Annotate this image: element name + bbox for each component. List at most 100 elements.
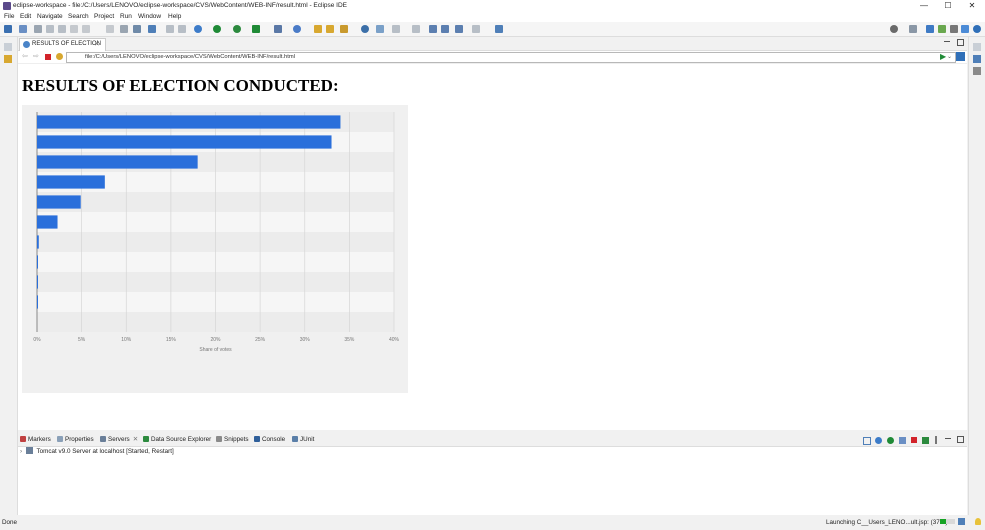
forward-history-icon[interactable]: [472, 25, 480, 33]
menu-edit[interactable]: Edit: [20, 13, 31, 20]
tab-close-icon[interactable]: ✕: [94, 40, 100, 48]
x-tick-label: 30%: [300, 337, 311, 343]
menu-search[interactable]: Search: [68, 13, 89, 20]
left-trim-bar: [0, 37, 18, 515]
next-annotation-icon[interactable]: [392, 25, 400, 33]
browser-icon[interactable]: [293, 25, 301, 33]
markers-icon: [20, 436, 26, 442]
x-tick-label: 10%: [121, 337, 132, 343]
collapse-all-icon[interactable]: [863, 437, 871, 445]
editor-tab-label: RESULTS OF ELECTION: [32, 41, 101, 47]
tab-servers[interactable]: Servers ✕: [100, 436, 138, 443]
go-icon[interactable]: ▶: [940, 53, 946, 61]
debug-perspective-icon[interactable]: [961, 25, 969, 33]
chevron-down-icon[interactable]: ⌄: [947, 53, 952, 60]
minimize-view-icon[interactable]: [945, 438, 951, 439]
java-perspective-icon[interactable]: [938, 25, 946, 33]
project-explorer-icon[interactable]: [4, 55, 12, 63]
tab-data-source-explorer[interactable]: Data Source Explorer: [143, 436, 211, 443]
open-type-icon[interactable]: [148, 25, 156, 33]
x-tick-label: 5%: [78, 337, 86, 343]
progress-view-icon[interactable]: [958, 518, 965, 525]
maximize-button[interactable]: ☐: [937, 0, 959, 12]
globe-icon: [23, 41, 30, 48]
debug-server-icon[interactable]: [875, 437, 882, 444]
menu-project[interactable]: Project: [94, 13, 114, 20]
tab-console[interactable]: Console: [254, 436, 285, 443]
save-all-icon[interactable]: [34, 25, 42, 33]
search-icon[interactable]: [340, 25, 348, 33]
new-icon[interactable]: [4, 25, 12, 33]
restore-icon[interactable]: [4, 43, 12, 51]
server-row[interactable]: › Tomcat v9.0 Server at localhost [Start…: [20, 447, 174, 455]
pin-editor-icon[interactable]: [495, 25, 503, 33]
annotation-icon[interactable]: [376, 25, 384, 33]
task-list-icon[interactable]: [973, 67, 981, 75]
open-task-icon[interactable]: [326, 25, 334, 33]
use-step-filters-icon[interactable]: [133, 25, 141, 33]
stop-server-icon[interactable]: [911, 437, 917, 443]
external-tools-icon[interactable]: [252, 25, 260, 33]
tab-properties[interactable]: Properties: [57, 436, 94, 443]
tab-junit[interactable]: JUnit: [292, 436, 314, 443]
restore-icon[interactable]: [973, 43, 981, 51]
menu-help[interactable]: Help: [168, 13, 181, 20]
back-arrow-icon[interactable]: ⇦: [22, 53, 29, 60]
toggle-mark-icon[interactable]: [178, 25, 186, 33]
snippets-icon: [216, 436, 222, 442]
save-icon[interactable]: [19, 25, 27, 33]
print-icon[interactable]: [46, 25, 54, 33]
last-edit-icon[interactable]: [429, 25, 437, 33]
search-file-icon[interactable]: [166, 25, 174, 33]
profile-server-icon[interactable]: [899, 437, 906, 444]
tab-snippets[interactable]: Snippets: [216, 436, 249, 443]
step-icon[interactable]: [82, 25, 90, 33]
forward-icon[interactable]: [455, 25, 463, 33]
menu-navigate[interactable]: Navigate: [37, 13, 63, 20]
view-menu-icon[interactable]: [935, 436, 937, 444]
forward-arrow-icon[interactable]: ⇨: [33, 53, 40, 60]
previous-annotation-icon[interactable]: [412, 25, 420, 33]
bar: [37, 295, 38, 309]
minimize-view-icon[interactable]: [944, 41, 950, 42]
menu-file[interactable]: File: [4, 13, 14, 20]
open-folder-icon[interactable]: [314, 25, 322, 33]
outline-icon[interactable]: [973, 55, 981, 63]
step-return-icon[interactable]: [106, 25, 114, 33]
coverage-icon[interactable]: [233, 25, 241, 33]
bar: [37, 235, 39, 249]
git-perspective-icon[interactable]: [950, 25, 958, 33]
skip-breakpoints-icon[interactable]: [70, 25, 78, 33]
new-server-icon[interactable]: [274, 25, 282, 33]
start-server-icon[interactable]: [887, 437, 894, 444]
open-perspective-icon[interactable]: [909, 25, 917, 33]
quick-access-search-icon[interactable]: [890, 25, 898, 33]
web-perspective-icon[interactable]: [973, 25, 981, 33]
open-external-browser-icon[interactable]: [956, 52, 965, 61]
tab-markers[interactable]: Markers: [20, 436, 51, 443]
maximize-view-icon[interactable]: [957, 436, 964, 443]
x-tick-label: 40%: [389, 337, 400, 343]
publish-icon[interactable]: [922, 437, 929, 444]
refresh-icon[interactable]: [56, 53, 63, 60]
back-icon[interactable]: [441, 25, 449, 33]
drop-frame-icon[interactable]: [120, 25, 128, 33]
menu-window[interactable]: Window: [138, 13, 161, 20]
close-button[interactable]: ✕: [961, 0, 983, 12]
menu-run[interactable]: Run: [120, 13, 132, 20]
tab-close-icon[interactable]: ✕: [133, 436, 138, 443]
launch-progress-text: Launching C__Users_LENO...ult.jsp: (37%): [826, 519, 948, 526]
web-browser-icon[interactable]: [361, 25, 369, 33]
lightbulb-icon[interactable]: [975, 518, 981, 525]
java-ee-perspective-icon[interactable]: [926, 25, 934, 33]
chevron-right-icon[interactable]: ›: [20, 448, 22, 455]
url-input[interactable]: file:/C:/Users/LENOVO/eclipse-workspace/…: [66, 52, 956, 63]
stop-icon[interactable]: [45, 54, 51, 60]
terminal-icon[interactable]: [58, 25, 66, 33]
minimize-button[interactable]: —: [913, 0, 935, 12]
tab-properties-label: Properties: [65, 436, 94, 443]
debug-icon[interactable]: [194, 25, 202, 33]
editor-tab-results[interactable]: RESULTS OF ELECTION ✕: [19, 38, 106, 51]
run-icon[interactable]: [213, 25, 221, 33]
maximize-view-icon[interactable]: [957, 39, 964, 46]
